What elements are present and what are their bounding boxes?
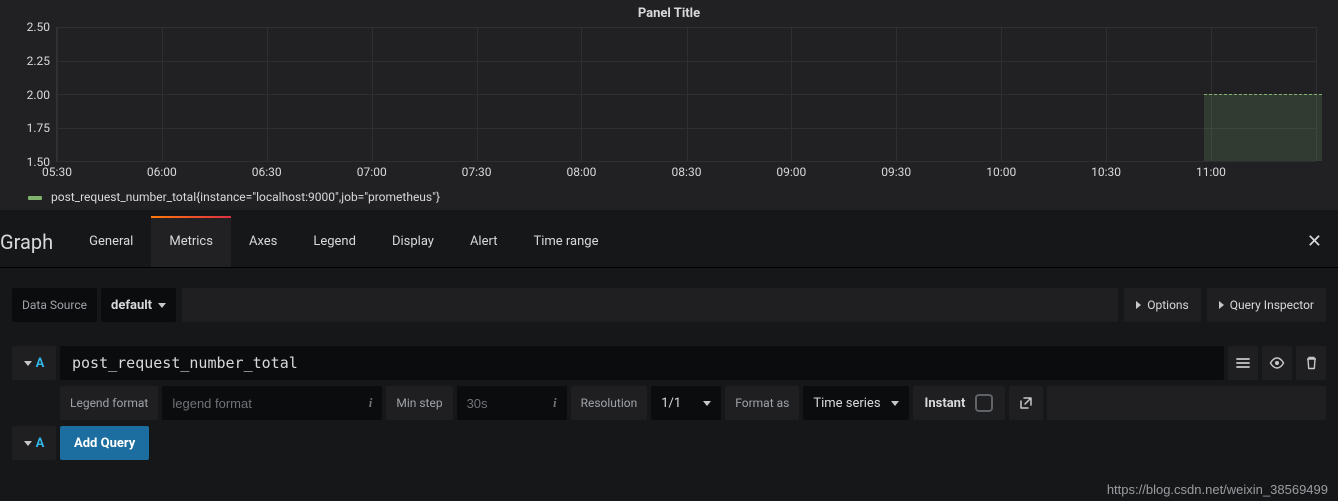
x-tick: 09:30 xyxy=(881,165,911,179)
series-fill xyxy=(1204,94,1322,161)
x-tick: 08:30 xyxy=(672,165,702,179)
query-inspector-button[interactable]: Query Inspector xyxy=(1207,288,1326,322)
row-filler xyxy=(1047,386,1326,420)
resolution-select[interactable]: 1/1 xyxy=(651,386,721,420)
tab-legend[interactable]: Legend xyxy=(295,216,374,267)
legend[interactable]: post_request_number_total{instance="loca… xyxy=(10,184,1328,206)
x-tick: 08:00 xyxy=(567,165,597,179)
x-tick: 05:30 xyxy=(42,165,72,179)
watermark: https://blog.csdn.net/weixin_38569499 xyxy=(1107,482,1328,497)
datasource-select[interactable]: default xyxy=(101,288,176,322)
chart-area[interactable]: 2.50 2.25 2.00 1.75 1.50 0 xyxy=(10,27,1328,162)
external-link-icon[interactable] xyxy=(1009,386,1043,420)
chevron-down-icon xyxy=(158,303,166,308)
y-tick: 2.00 xyxy=(10,88,50,102)
y-tick: 2.25 xyxy=(10,54,50,68)
legend-swatch xyxy=(28,196,42,200)
legend-label: post_request_number_total{instance="loca… xyxy=(51,190,440,204)
x-tick: 06:00 xyxy=(147,165,177,179)
chevron-down-icon xyxy=(703,401,711,406)
menu-icon[interactable] xyxy=(1228,346,1258,380)
query-toggle-b[interactable]: A xyxy=(12,426,56,460)
add-query-button[interactable]: Add Query xyxy=(60,426,149,460)
info-icon[interactable]: i xyxy=(543,395,557,411)
checkbox-icon xyxy=(975,394,993,412)
y-tick: 2.50 xyxy=(10,20,50,34)
legend-format-input[interactable] xyxy=(162,386,382,420)
section-title: Graph xyxy=(0,230,71,254)
instant-label: Instant xyxy=(925,396,966,411)
tab-timerange[interactable]: Time range xyxy=(515,216,616,267)
query-letter: A xyxy=(36,356,45,371)
editor-tabs-bar: Graph General Metrics Axes Legend Displa… xyxy=(0,216,1338,268)
chevron-down-icon xyxy=(891,401,899,406)
graph-panel: Panel Title 2.50 2.25 2.00 1.75 1.50 xyxy=(0,0,1338,210)
tab-metrics[interactable]: Metrics xyxy=(151,216,231,267)
y-tick: 1.75 xyxy=(10,121,50,135)
instant-toggle[interactable]: Instant xyxy=(913,386,1006,420)
datasource-label: Data Source xyxy=(12,288,97,322)
info-icon[interactable]: i xyxy=(359,395,373,411)
caret-right-icon xyxy=(1219,301,1224,309)
chevron-down-icon xyxy=(24,441,32,446)
datasource-value: default xyxy=(111,298,152,313)
x-tick: 07:00 xyxy=(357,165,387,179)
legend-format-label: Legend format xyxy=(60,386,158,420)
min-step-label: Min step xyxy=(386,386,452,420)
caret-right-icon xyxy=(1136,301,1141,309)
query-toggle[interactable]: A xyxy=(12,346,56,380)
resolution-label: Resolution xyxy=(571,386,648,420)
trash-icon[interactable] xyxy=(1296,346,1326,380)
panel-title: Panel Title xyxy=(10,6,1328,21)
x-tick: 09:00 xyxy=(776,165,806,179)
toolbar-spacer xyxy=(182,288,1118,322)
x-tick: 06:30 xyxy=(252,165,282,179)
x-tick: 10:30 xyxy=(1091,165,1121,179)
eye-icon[interactable] xyxy=(1262,346,1292,380)
query-expression-input[interactable] xyxy=(60,346,1224,380)
x-tick: 10:00 xyxy=(986,165,1016,179)
format-as-select[interactable]: Time series xyxy=(803,386,908,420)
tab-axes[interactable]: Axes xyxy=(231,216,295,267)
tab-general[interactable]: General xyxy=(71,216,151,267)
tab-alert[interactable]: Alert xyxy=(452,216,516,267)
close-icon[interactable]: ✕ xyxy=(1301,231,1328,252)
x-tick: 07:30 xyxy=(462,165,492,179)
format-as-label: Format as xyxy=(725,386,799,420)
x-tick: 11:00 xyxy=(1196,165,1226,179)
plot-grid: 05:30 06:00 06:30 07:00 07:30 08:00 08:3… xyxy=(56,27,1316,162)
chevron-down-icon xyxy=(24,361,32,366)
tab-display[interactable]: Display xyxy=(374,216,452,267)
options-button[interactable]: Options xyxy=(1124,288,1201,322)
query-letter: A xyxy=(36,436,45,451)
